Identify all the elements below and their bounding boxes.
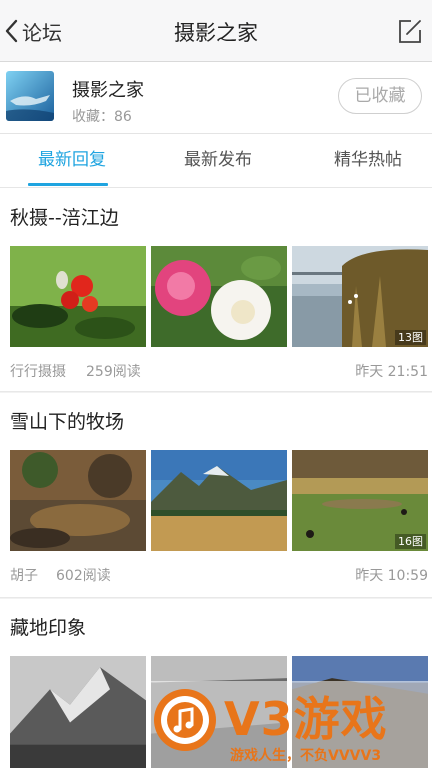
post-title[interactable]: 雪山下的牧场 bbox=[10, 407, 124, 434]
post-thumbnail[interactable] bbox=[151, 246, 287, 347]
nav-bar: 论坛 摄影之家 bbox=[0, 0, 432, 62]
post-author[interactable]: 胡子 bbox=[10, 565, 38, 585]
page-title: 摄影之家 bbox=[174, 21, 258, 45]
forum-avatar bbox=[6, 71, 54, 121]
watermark: V3游戏 游戏人生，不负VVVV3 bbox=[146, 681, 432, 768]
post-author[interactable]: 行行摄摄 bbox=[10, 361, 66, 381]
post-meta: 行行摄摄 259阅读 昨天 21:51 bbox=[10, 361, 428, 381]
post-thumbnail[interactable]: 16图 bbox=[292, 450, 428, 551]
image-count-badge: 13图 bbox=[395, 330, 426, 345]
post-read-count: 259阅读 bbox=[86, 364, 141, 380]
active-tab-indicator bbox=[28, 183, 108, 186]
post-time: 昨天 21:51 bbox=[355, 364, 428, 380]
post-title[interactable]: 藏地印象 bbox=[10, 613, 86, 640]
forum-fav-count: 收藏：86 bbox=[72, 109, 132, 125]
post-read-count: 602阅读 bbox=[56, 568, 111, 584]
post-item[interactable]: 雪山下的牧场 16图 胡子 602阅读 昨天 10:59 bbox=[0, 393, 432, 597]
post-title[interactable]: 秋摄--涪江边 bbox=[10, 203, 119, 230]
post-meta: 胡子 602阅读 昨天 10:59 bbox=[10, 565, 428, 585]
forum-name: 摄影之家 bbox=[72, 80, 144, 101]
post-time: 昨天 10:59 bbox=[355, 568, 428, 584]
image-count-badge: 16图 bbox=[395, 534, 426, 549]
post-thumbnails: 13图 bbox=[10, 246, 428, 347]
post-thumbnail[interactable] bbox=[10, 656, 146, 768]
post-thumbnail[interactable] bbox=[10, 246, 146, 347]
tab-latest-reply[interactable]: 最新回复 bbox=[0, 134, 144, 187]
watermark-slogan: 游戏人生，不负VVVV3 bbox=[230, 748, 382, 764]
post-item[interactable]: 秋摄--涪江边 13图 行行摄摄 259阅读 昨天 21:51 bbox=[0, 189, 432, 391]
post-thumbnails: 16图 bbox=[10, 450, 428, 551]
post-thumbnail[interactable] bbox=[10, 450, 146, 551]
tab-featured[interactable]: 精华热帖 bbox=[296, 134, 432, 187]
post-thumbnail[interactable] bbox=[151, 450, 287, 551]
watermark-brand: V3游戏 bbox=[224, 692, 388, 746]
compose-icon[interactable] bbox=[396, 17, 424, 45]
favorited-button[interactable]: 已收藏 bbox=[338, 78, 422, 114]
tab-latest-post[interactable]: 最新发布 bbox=[146, 134, 290, 187]
watermark-logo-icon bbox=[154, 689, 216, 751]
tab-bar: 最新回复 最新发布 精华热帖 bbox=[0, 134, 432, 188]
post-thumbnail[interactable]: 13图 bbox=[292, 246, 428, 347]
forum-header: 摄影之家 收藏：86 已收藏 bbox=[0, 62, 432, 134]
